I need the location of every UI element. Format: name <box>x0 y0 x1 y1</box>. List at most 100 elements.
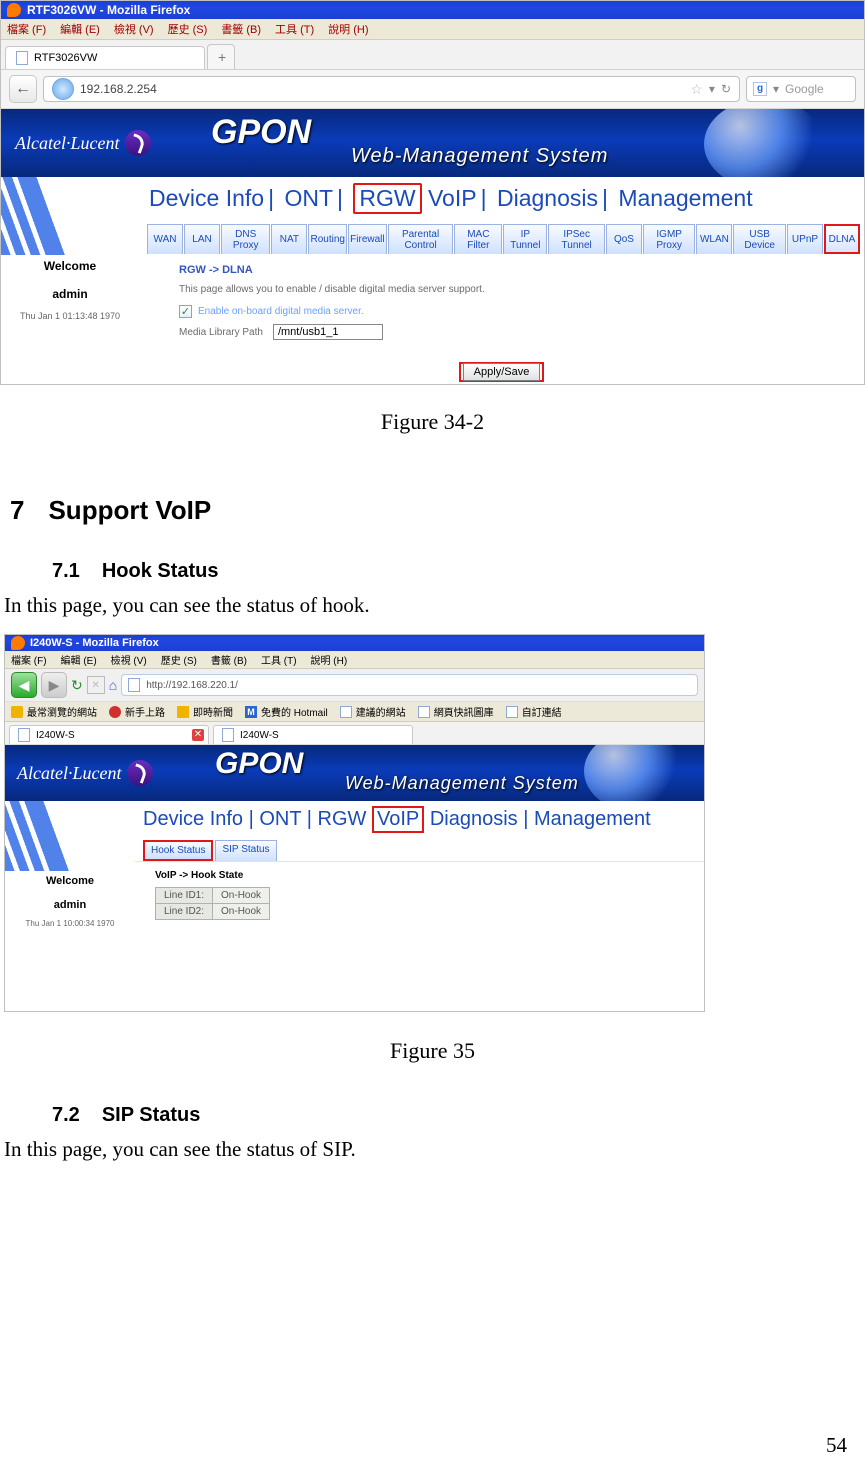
menu-tools[interactable]: 工具 (T) <box>275 21 314 37</box>
subtab-igmp-proxy[interactable]: IGMP Proxy <box>643 224 695 254</box>
reload-icon[interactable]: ↻ <box>71 677 83 694</box>
bookmark-news[interactable]: 即時新聞 <box>177 704 233 719</box>
menu-view[interactable]: 檢視 (V) <box>111 652 147 667</box>
subtab-routing[interactable]: Routing <box>308 224 347 254</box>
browser-tab[interactable]: RTF3026VW <box>5 46 205 69</box>
menu-bookmarks[interactable]: 書籤 (B) <box>221 21 261 37</box>
sidebar: Welcome admin Thu Jan 1 01:13:48 1970 <box>1 177 139 384</box>
menu-help[interactable]: 說明 (H) <box>311 652 348 667</box>
page-icon <box>222 728 234 742</box>
section-7-1-number: 7.1 <box>52 560 80 583</box>
subtab-dns-proxy[interactable]: DNS Proxy <box>221 224 270 254</box>
menu-edit[interactable]: 編輯 (E) <box>60 21 100 37</box>
menu-edit[interactable]: 編輯 (E) <box>61 652 97 667</box>
address-bar[interactable]: http://192.168.220.1/ <box>121 674 698 696</box>
dlna-description: This page allows you to enable / disable… <box>179 284 852 295</box>
alcatel-lucent-brand: Alcatel·Lucent <box>17 760 153 786</box>
new-tab-button[interactable]: + <box>207 44 235 69</box>
subtab-ipsec-tunnel[interactable]: IPSec Tunnel <box>548 224 605 254</box>
enable-dlna-checkbox[interactable]: ✓ <box>179 305 192 318</box>
subtab-wlan[interactable]: WLAN <box>696 224 732 254</box>
media-library-row: Media Library Path <box>179 324 852 340</box>
bookmark-custom-links[interactable]: 自訂連結 <box>506 704 562 719</box>
menu-file[interactable]: 檔案 (F) <box>7 21 46 37</box>
page-icon <box>340 706 352 718</box>
nav-diagnosis[interactable]: Diagnosis <box>497 185 598 211</box>
nav-ont[interactable]: ONT <box>284 185 333 211</box>
subtab-upnp[interactable]: UPnP <box>787 224 823 254</box>
browser-menubar[interactable]: 檔案 (F) 編輯 (E) 檢視 (V) 歷史 (S) 書籤 (B) 工具 (T… <box>5 651 704 669</box>
page-icon <box>16 51 28 65</box>
nav-rgw[interactable]: RGW <box>318 808 367 830</box>
nav-rgw[interactable]: RGW <box>353 183 421 214</box>
nav-management[interactable]: Management <box>534 808 651 830</box>
back-button[interactable]: ◀ <box>11 672 37 698</box>
menu-bookmarks[interactable]: 書籤 (B) <box>211 652 247 667</box>
menu-history[interactable]: 歷史 (S) <box>168 21 208 37</box>
bookmark-star-icon[interactable]: ☆ <box>690 81 703 98</box>
nav-device-info[interactable]: Device Info <box>149 185 264 211</box>
nav-voip[interactable]: VoIP <box>428 185 477 211</box>
bookmark-getting-started[interactable]: 新手上路 <box>109 704 165 719</box>
subtab-nat[interactable]: NAT <box>271 224 307 254</box>
line-id-label: Line ID2: <box>156 904 213 920</box>
stop-icon[interactable]: ✕ <box>87 676 105 694</box>
menu-help[interactable]: 說明 (H) <box>328 21 368 37</box>
nav-voip[interactable]: VoIP <box>372 806 424 833</box>
gpon-logo-text: GPON <box>211 113 311 152</box>
menu-view[interactable]: 檢視 (V) <box>114 21 154 37</box>
media-library-input[interactable] <box>273 324 383 340</box>
hook-status-table: Line ID1: On-Hook Line ID2: On-Hook <box>155 887 270 920</box>
figure-35-caption: Figure 35 <box>0 1038 865 1064</box>
section-7-2-number: 7.2 <box>52 1104 80 1127</box>
subtab-wan[interactable]: WAN <box>147 224 183 254</box>
browser-menubar[interactable]: 檔案 (F) 編輯 (E) 檢視 (V) 歷史 (S) 書籤 (B) 工具 (T… <box>1 19 864 40</box>
bookmark-most-visited[interactable]: 最常瀏覽的網站 <box>11 704 97 719</box>
figure-34-2-screenshot: RTF3026VW - Mozilla Firefox 檔案 (F) 編輯 (E… <box>0 0 865 385</box>
subtab-mac-filter[interactable]: MAC Filter <box>454 224 502 254</box>
media-library-label: Media Library Path <box>179 327 263 338</box>
subtab-dlna[interactable]: DLNA <box>824 224 860 254</box>
reload-icon[interactable]: ↻ <box>721 82 731 96</box>
subtab-parental-control[interactable]: Parental Control <box>388 224 454 254</box>
line-id-value: On-Hook <box>213 888 270 904</box>
menu-file[interactable]: 檔案 (F) <box>11 652 47 667</box>
primary-nav: Device Info| ONT| RGW VoIP| Diagnosis| M… <box>139 177 864 218</box>
back-button[interactable]: ← <box>9 75 37 103</box>
bookmark-webslice[interactable]: 網頁快訊圖庫 <box>418 704 494 719</box>
subtab-firewall[interactable]: Firewall <box>348 224 387 254</box>
nav-ont[interactable]: ONT <box>259 808 301 830</box>
alcatel-lucent-brand: Alcatel·Lucent <box>15 130 151 156</box>
subtab-hook-status[interactable]: Hook Status <box>143 840 213 861</box>
subtab-usb-device[interactable]: USB Device <box>733 224 786 254</box>
home-icon[interactable]: ⌂ <box>109 677 117 693</box>
bookmark-hotmail[interactable]: M免費的 Hotmail <box>245 704 328 719</box>
apply-save-button[interactable]: Apply/Save <box>463 363 541 381</box>
enable-dlna-row: ✓ Enable on-board digital media server. <box>179 305 852 318</box>
nav-diagnosis[interactable]: Diagnosis <box>430 808 518 830</box>
search-box[interactable]: g ▾ Google <box>746 76 856 102</box>
subtab-sip-status[interactable]: SIP Status <box>215 840 276 861</box>
line-id-label: Line ID1: <box>156 888 213 904</box>
menu-tools[interactable]: 工具 (T) <box>261 652 297 667</box>
forward-button[interactable]: ▶ <box>41 672 67 698</box>
subtab-qos[interactable]: QoS <box>606 224 642 254</box>
bookmark-suggested[interactable]: 建議的網站 <box>340 704 406 719</box>
address-bar[interactable]: 192.168.2.254 ☆ ▾ ↻ <box>43 76 740 102</box>
table-row: Line ID2: On-Hook <box>156 904 270 920</box>
alcatel-lucent-logo-icon <box>125 130 151 156</box>
browser-tab-1[interactable]: I240W-S ✕ <box>9 725 209 744</box>
nav-device-info[interactable]: Device Info <box>143 808 243 830</box>
section-7-2-para: In this page, you can see the status of … <box>4 1137 865 1162</box>
browser-tab-2[interactable]: I240W-S <box>213 725 413 744</box>
table-row: Line ID1: On-Hook <box>156 888 270 904</box>
globe-decoration-icon <box>584 745 684 801</box>
close-tab-icon[interactable]: ✕ <box>192 729 204 741</box>
menu-history[interactable]: 歷史 (S) <box>161 652 197 667</box>
section-7-1-para: In this page, you can see the status of … <box>4 593 865 618</box>
subtab-ip-tunnel[interactable]: IP Tunnel <box>503 224 547 254</box>
nav-management[interactable]: Management <box>618 185 752 211</box>
gpon-banner: Alcatel·Lucent GPON Web-Management Syste… <box>1 109 864 177</box>
subtab-lan[interactable]: LAN <box>184 224 220 254</box>
url-dropdown-icon[interactable]: ▾ <box>709 82 715 96</box>
